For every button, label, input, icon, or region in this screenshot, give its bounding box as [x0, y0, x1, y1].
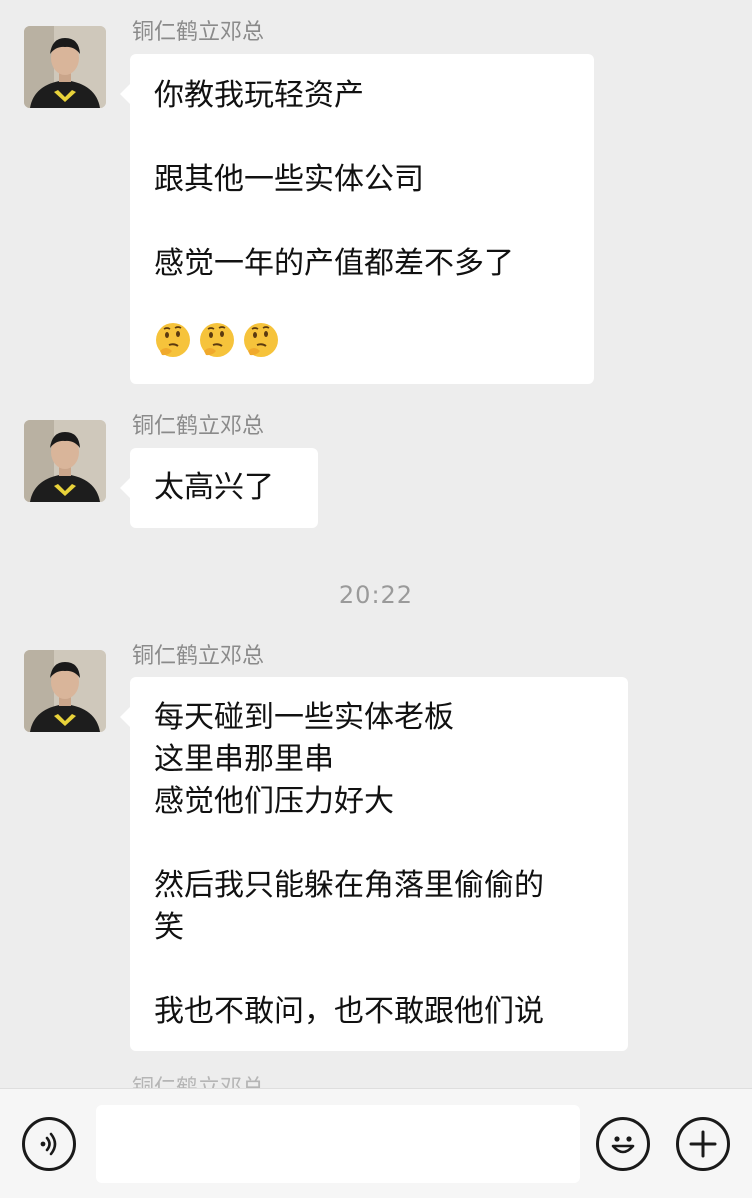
input-bar [0, 1088, 752, 1198]
message-input[interactable] [96, 1105, 580, 1183]
message-line: 跟其他一些实体公司 [154, 162, 424, 197]
message-line: 感觉他们压力好大 [154, 784, 394, 819]
message-line: 这里串那里串 [154, 742, 334, 777]
plus-button[interactable] [676, 1117, 730, 1171]
plus-icon [689, 1130, 717, 1158]
message-line: 你教我玩轻资产 [154, 78, 364, 113]
message-line: 我也不敢问，也不敢跟他们说 [154, 994, 544, 1029]
message-line: 每天碰到一些实体老板 [154, 700, 454, 735]
message-bubble[interactable]: 你教我玩轻资产 跟其他一些实体公司 感觉一年的产值都差不多了 [120, 54, 594, 384]
sender-name: 铜仁鹤立邓总 [132, 644, 265, 669]
thinking-face-emoji [244, 323, 278, 357]
emoji-icon [611, 1136, 635, 1154]
message-bubble[interactable]: 太高兴了 [120, 448, 318, 528]
voice-button[interactable] [22, 1117, 76, 1171]
sender-name: 铜仁鹤立邓总 [132, 20, 265, 45]
thinking-face-emoji [200, 323, 234, 357]
message-bubble[interactable]: 每天碰到一些实体老板 这里串那里串 感觉他们压力好大 然后我只能躲在角落里偷偷的… [120, 677, 628, 1051]
chat-area: 铜仁鹤立邓总 你教我玩轻资产 跟其他一些实体公司 感觉一年的产值都差不多了 铜仁… [0, 0, 752, 1088]
avatar[interactable] [24, 420, 106, 502]
message-line: 笑 [154, 910, 184, 945]
emoji-row [154, 321, 570, 359]
voice-icon [40, 1132, 57, 1156]
message-line: 太高兴了 [154, 470, 274, 505]
message-line: 然后我只能躲在角落里偷偷的 [154, 868, 544, 903]
emoji-button[interactable] [596, 1117, 650, 1171]
sender-name-cutoff: 铜仁鹤立邓总 [132, 1076, 264, 1088]
message-line: 感觉一年的产值都差不多了 [154, 246, 514, 281]
thinking-face-emoji [156, 323, 190, 357]
avatar[interactable] [24, 650, 106, 732]
avatar[interactable] [24, 26, 106, 108]
timestamp: 20:22 [338, 581, 414, 609]
sender-name: 铜仁鹤立邓总 [132, 414, 265, 439]
